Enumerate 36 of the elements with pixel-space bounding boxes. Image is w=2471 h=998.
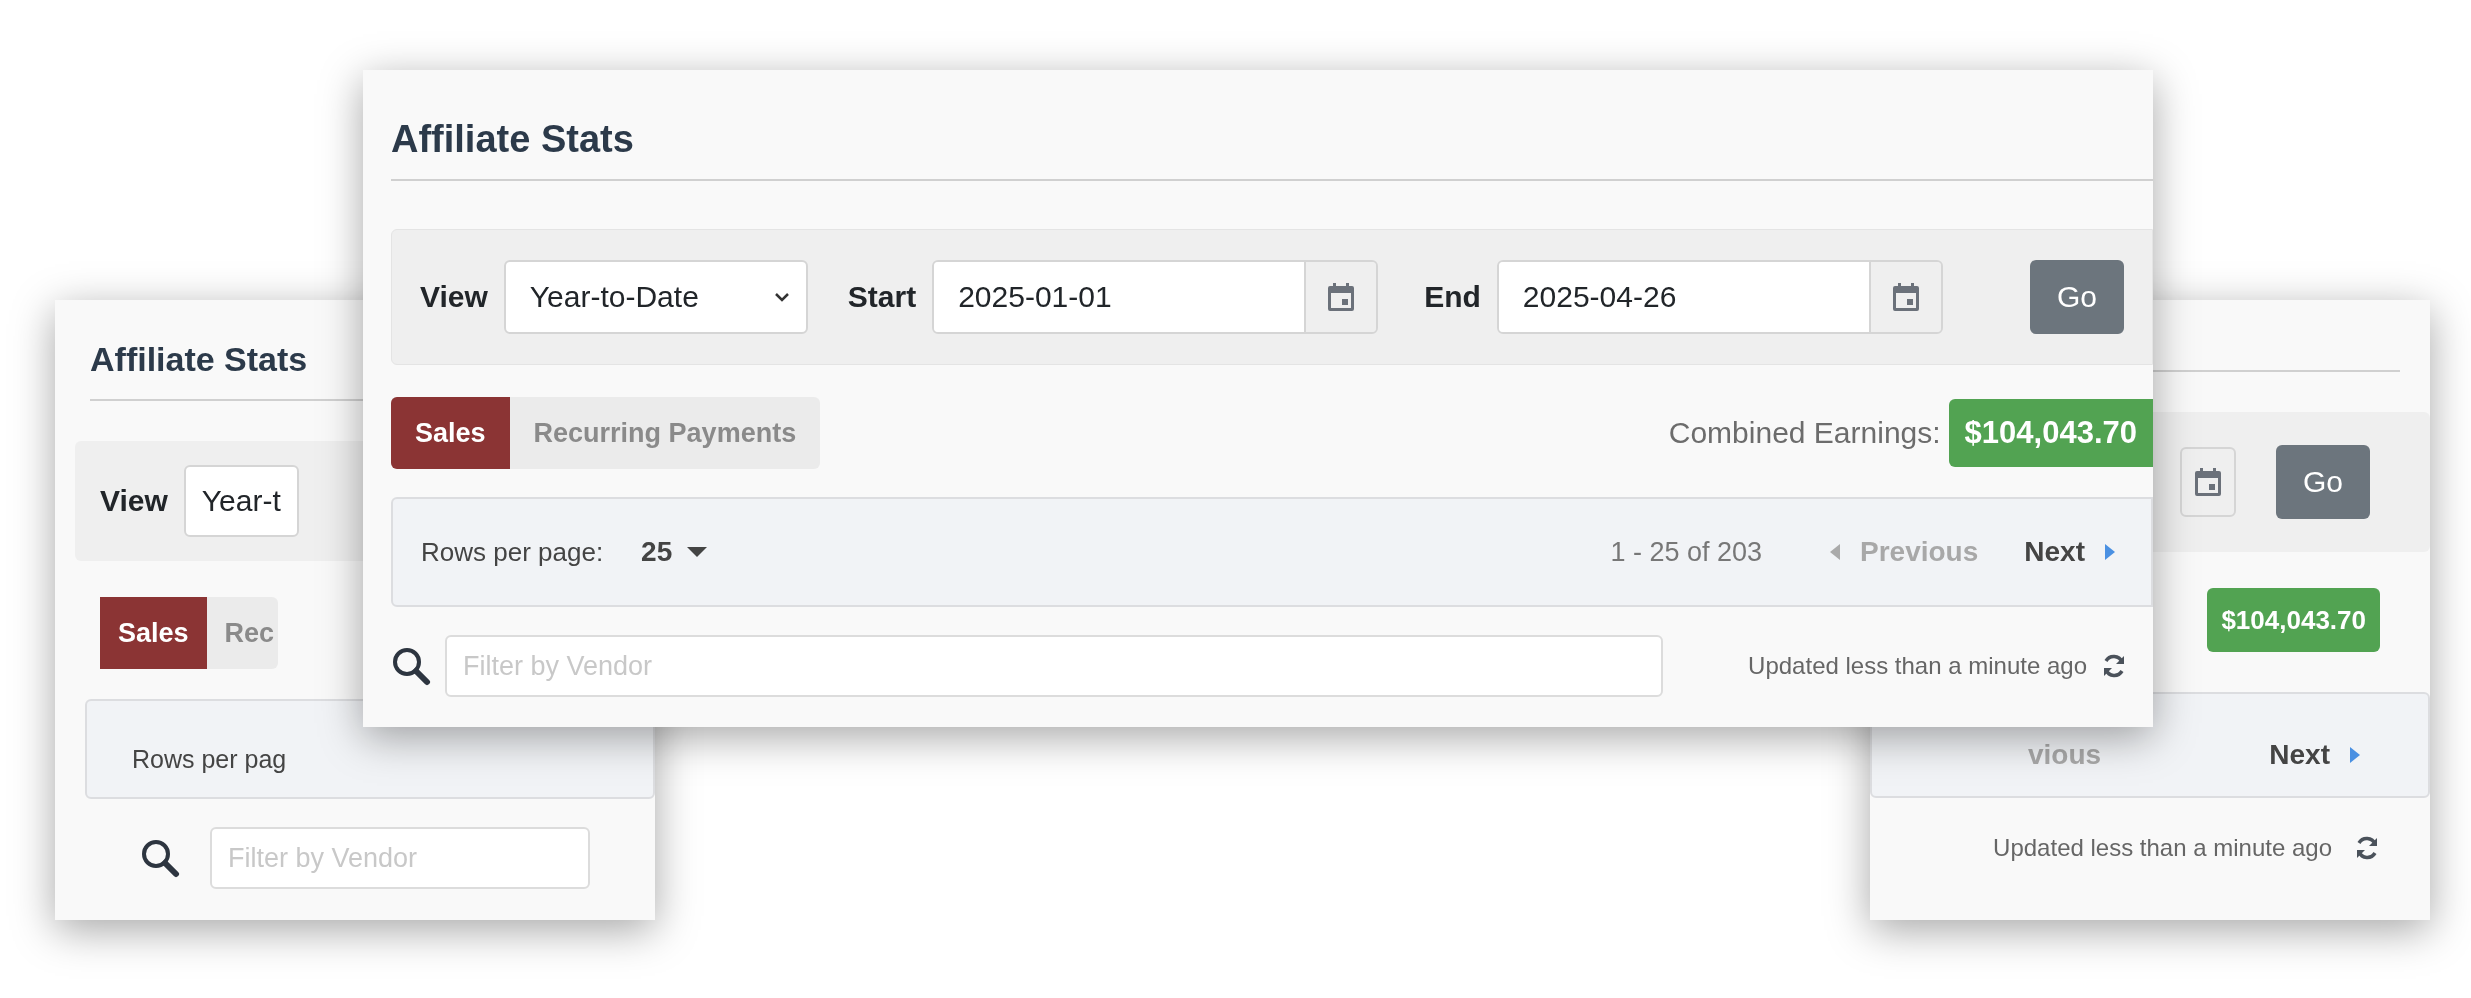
dropdown-icon	[686, 546, 709, 558]
go-button[interactable]: Go	[2276, 445, 2370, 519]
end-date-field[interactable]: 2025-04-26	[1496, 260, 1943, 334]
updated-text: Updated less than a minute ago	[1993, 834, 2332, 862]
view-select[interactable]: Year-to-Date	[503, 260, 808, 334]
earnings-label: Combined Earnings:	[1668, 416, 1941, 450]
view-select[interactable]: Year-t	[183, 465, 299, 537]
caret-icon	[2348, 745, 2362, 765]
chevron-icon	[773, 292, 790, 302]
calendar-button[interactable]	[2180, 447, 2236, 517]
calendar-icon	[2194, 467, 2222, 497]
tab[interactable]: Sales	[100, 597, 207, 669]
next-button[interactable]: Next	[2018, 535, 2123, 569]
page-range: 1 - 25 of 203	[1610, 536, 1762, 568]
updated-text: Updated less than a minute ago	[1748, 652, 2087, 680]
caret-icon	[1828, 542, 1842, 562]
go-button[interactable]: Go	[2030, 260, 2124, 334]
calendar-icon	[1327, 282, 1356, 312]
refresh-icon[interactable]	[2101, 653, 2127, 679]
rows-per-page-label: Rows per pag	[132, 744, 287, 774]
earnings-badge: $104,043.70	[2207, 588, 2380, 652]
rows-per-page-select[interactable]: 25	[635, 535, 715, 569]
caret-icon	[2103, 542, 2117, 562]
start-date-field[interactable]: 2025-01-01	[932, 260, 1379, 334]
page-title: Affiliate Stats	[391, 70, 2153, 181]
calendar-icon	[1891, 282, 1920, 312]
tab[interactable]: Sales	[391, 397, 510, 469]
earnings-badge: $104,043.70	[1948, 399, 2153, 467]
search-icon	[140, 838, 180, 878]
view-label: View	[100, 484, 168, 518]
search-icon	[391, 646, 431, 686]
start-label: Start	[847, 280, 917, 314]
end-label: End	[1424, 280, 1481, 314]
rows-per-page-label: Rows per page:	[421, 536, 604, 568]
refresh-icon[interactable]	[2354, 835, 2380, 861]
next-button[interactable]: Next	[2263, 738, 2368, 772]
